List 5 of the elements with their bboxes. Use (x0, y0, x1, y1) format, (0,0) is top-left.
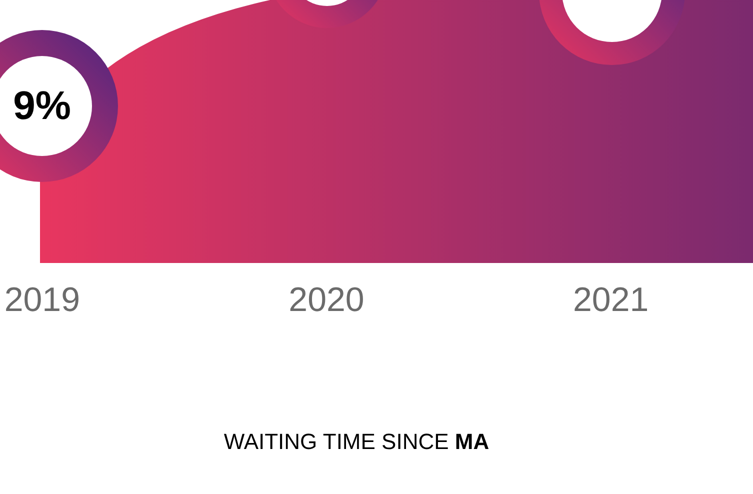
year-label: 2020 (288, 283, 364, 317)
year-label: 2019 (4, 283, 80, 317)
caption-text: WAITING TIME SINCE MA (224, 428, 490, 456)
year-label: 2021 (573, 283, 649, 317)
percentage-value: 9% (13, 86, 71, 126)
